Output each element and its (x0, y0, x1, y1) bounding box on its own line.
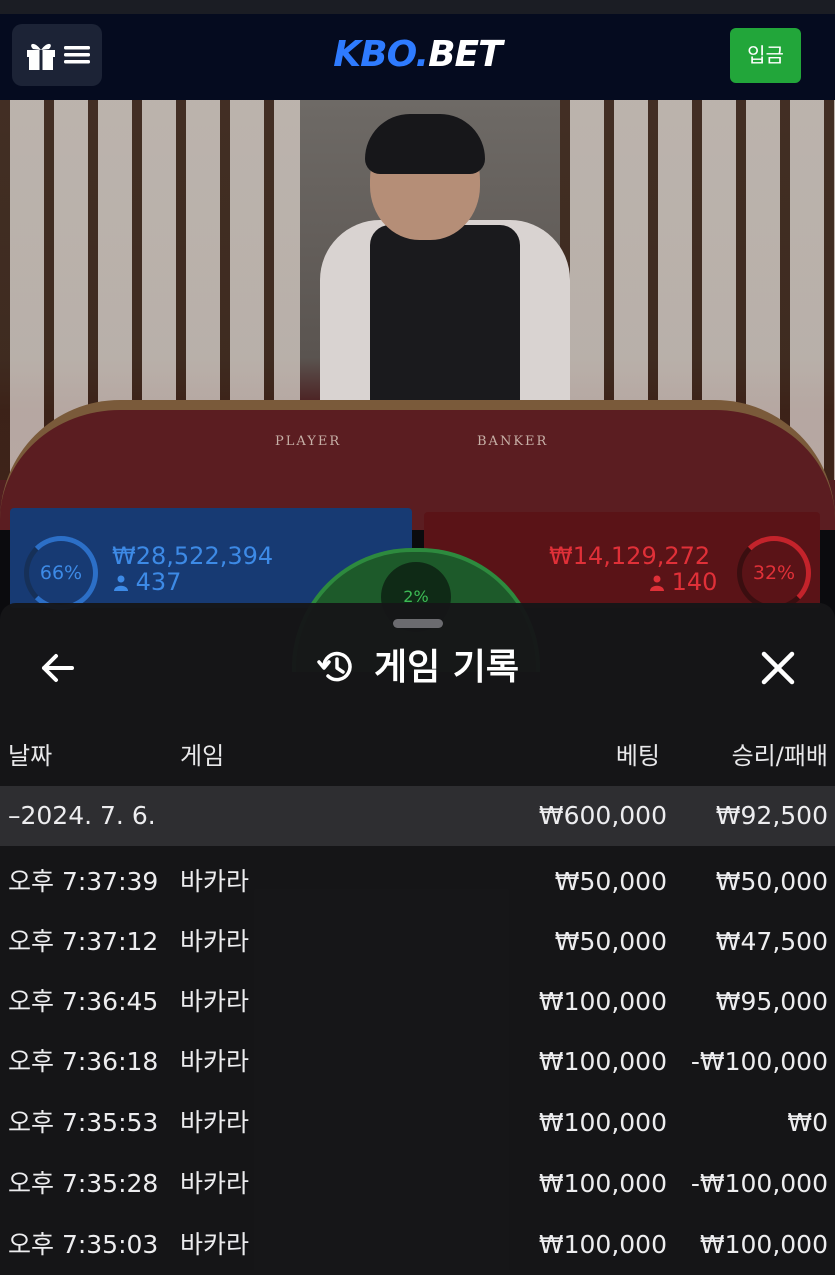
felt-banker-label: BANKER (477, 434, 549, 449)
close-icon[interactable] (756, 646, 800, 690)
banker-amount: ₩14,129,272 (549, 542, 711, 570)
row-result: ₩50,000 (715, 867, 828, 896)
row-bet: ₩50,000 (554, 927, 667, 956)
live-dealer-video: PLAYER BANKER (0, 100, 835, 530)
player-percent: 66% (24, 536, 98, 610)
table-row[interactable]: 오후 7:36:45 바카라 ₩100,000 ₩95,000 (0, 972, 835, 1032)
player-count-row: 437 (114, 569, 181, 595)
banker-count: 140 (671, 568, 718, 596)
row-time: 오후 7:35:28 (8, 1169, 159, 1198)
player-count: 437 (135, 568, 182, 596)
row-bet: ₩50,000 (554, 867, 667, 896)
row-time: 오후 7:35:03 (8, 1230, 159, 1259)
row-bet: ₩100,000 (538, 987, 667, 1016)
group-date: –2024. 7. 6. (8, 801, 156, 830)
dealer-vest (370, 225, 520, 410)
date-group-row[interactable]: –2024. 7. 6. ₩600,000 ₩92,500 (0, 786, 835, 846)
table-row[interactable]: 오후 7:37:39 바카라 ₩50,000 ₩50,000 (0, 852, 835, 912)
row-game: 바카라 (180, 1108, 250, 1137)
row-time: 오후 7:36:18 (8, 1047, 159, 1076)
row-bet: ₩100,000 (538, 1169, 667, 1198)
history-icon (317, 651, 352, 682)
column-result[interactable]: 승리/패배 (732, 736, 828, 776)
row-time: 오후 7:36:45 (8, 987, 159, 1016)
table-row[interactable]: 오후 7:35:53 바카라 ₩100,000 ₩0 (0, 1093, 835, 1153)
row-game: 바카라 (180, 1047, 250, 1076)
row-result: ₩0 (787, 1108, 828, 1137)
column-date[interactable]: 날짜 (8, 736, 52, 776)
row-time: 오후 7:37:12 (8, 927, 159, 956)
group-bet-total: ₩600,000 (538, 801, 667, 830)
row-result: ₩47,500 (715, 927, 828, 956)
row-game: 바카라 (180, 987, 250, 1016)
row-result: ₩95,000 (715, 987, 828, 1016)
row-bet: ₩100,000 (538, 1047, 667, 1076)
row-time: 오후 7:37:39 (8, 867, 159, 896)
table-row[interactable]: 오후 7:37:12 바카라 ₩50,000 ₩47,500 (0, 912, 835, 972)
row-result: -₩100,000 (690, 1169, 828, 1198)
column-bet[interactable]: 베팅 (616, 736, 660, 776)
sheet-title: 게임 기록 (373, 647, 519, 688)
row-bet: ₩100,000 (538, 1230, 667, 1259)
row-game: 바카라 (180, 927, 250, 956)
brand-logo[interactable]: KBO.BET (0, 24, 835, 86)
table-row[interactable]: 오후 7:35:03 바카라 ₩100,000 ₩100,000 (0, 1215, 835, 1275)
row-game: 바카라 (180, 867, 250, 896)
person-icon (650, 575, 664, 591)
group-result-total: ₩92,500 (715, 801, 828, 830)
row-result: ₩100,000 (699, 1230, 828, 1259)
row-bet: ₩100,000 (538, 1108, 667, 1137)
column-game[interactable]: 게임 (180, 736, 224, 776)
person-icon (114, 575, 128, 591)
sheet-drag-handle[interactable] (393, 619, 443, 628)
banker-percent: 32% (737, 536, 811, 610)
sheet-title-row: 게임 기록 (0, 642, 835, 694)
deposit-button[interactable]: 입금 (730, 28, 801, 83)
row-game: 바카라 (180, 1169, 250, 1198)
row-time: 오후 7:35:53 (8, 1108, 159, 1137)
row-result: -₩100,000 (690, 1047, 828, 1076)
table-row[interactable]: 오후 7:35:28 바카라 ₩100,000 -₩100,000 (0, 1154, 835, 1214)
table-row[interactable]: 오후 7:36:18 바카라 ₩100,000 -₩100,000 (0, 1032, 835, 1092)
row-game: 바카라 (180, 1230, 250, 1259)
dealer-hair (365, 114, 485, 174)
status-bar (0, 0, 835, 14)
player-amount: ₩28,522,394 (112, 542, 274, 570)
banker-count-row: 140 (650, 569, 717, 595)
felt-player-label: PLAYER (275, 434, 342, 449)
